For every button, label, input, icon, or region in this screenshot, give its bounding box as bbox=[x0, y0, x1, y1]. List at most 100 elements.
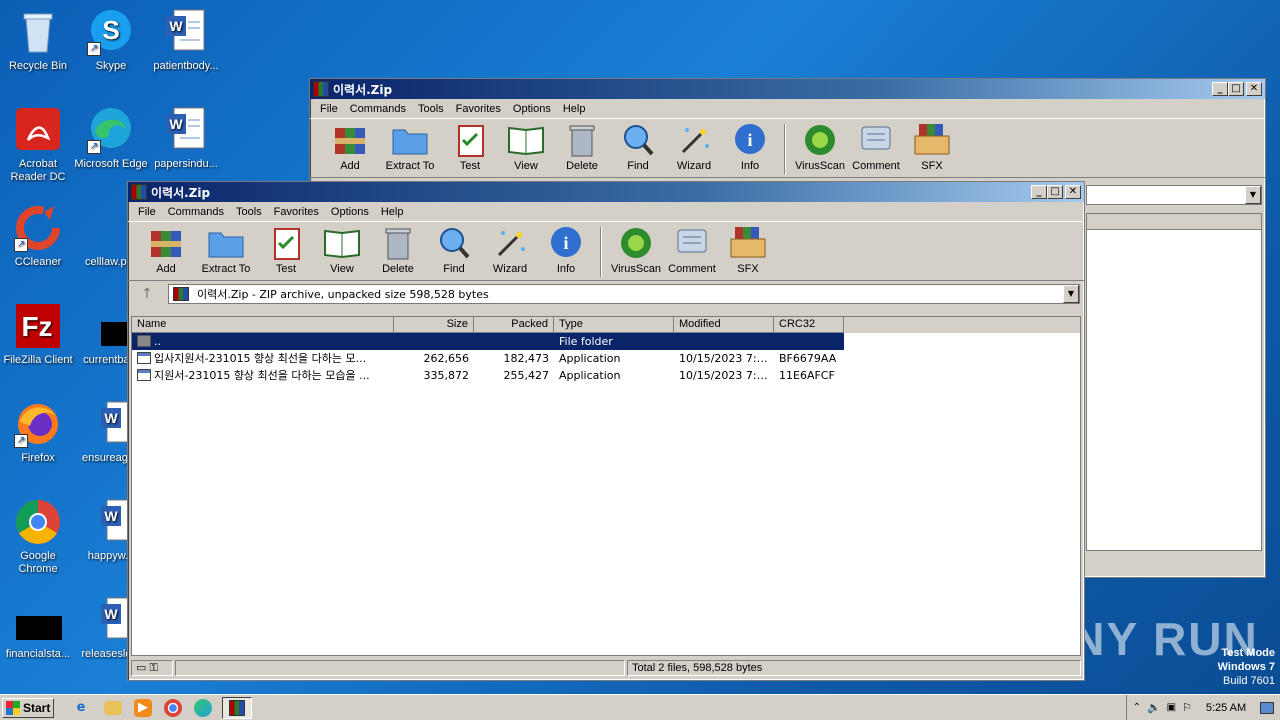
file-explorer-icon[interactable] bbox=[104, 700, 122, 715]
volume-icon[interactable]: 🔈 bbox=[1147, 701, 1161, 714]
toolbar-label: Info bbox=[556, 263, 576, 275]
file-name: 입사지원서-231015 향상 최선을 다하는 모... bbox=[154, 352, 367, 365]
chevron-down-icon[interactable]: ▼ bbox=[1245, 186, 1261, 204]
desktop-icon-firefox[interactable]: ↗ Firefox bbox=[0, 400, 76, 465]
close-button[interactable]: ✕ bbox=[1246, 82, 1262, 96]
toolbar-wizard-button[interactable]: Wizard bbox=[666, 122, 722, 172]
menu-favorites[interactable]: Favorites bbox=[450, 103, 507, 115]
table-row[interactable]: .. File folder bbox=[132, 333, 844, 350]
minimize-button[interactable]: _ bbox=[1212, 82, 1228, 96]
start-button[interactable]: Start bbox=[2, 697, 54, 718]
desktop-icon-acrobat[interactable]: Acrobat Reader DC bbox=[0, 106, 76, 184]
desktop-icon-patientbody[interactable]: W patientbody... bbox=[148, 8, 224, 73]
toolbar-extract-button[interactable]: Extract To bbox=[378, 122, 442, 172]
edge-icon[interactable] bbox=[194, 698, 212, 717]
trash-icon bbox=[379, 225, 417, 261]
toolbar-add-button[interactable]: Add bbox=[138, 225, 194, 275]
column-header-name[interactable]: Name bbox=[132, 317, 394, 333]
toolbar-sfx-button[interactable]: SFX bbox=[904, 122, 960, 172]
desktop-icon-edge[interactable]: ↗ Microsoft Edge bbox=[73, 106, 149, 171]
address-dropdown-partial[interactable]: ▼ bbox=[1086, 185, 1262, 205]
title-bar[interactable]: 이력서.Zip _ □ ✕ bbox=[310, 79, 1265, 99]
winrar-taskbar-button[interactable] bbox=[222, 696, 252, 719]
toolbar-delete-button[interactable]: Delete bbox=[370, 225, 426, 275]
menu-help[interactable]: Help bbox=[375, 206, 410, 218]
toolbar-info-button[interactable]: i Info bbox=[722, 122, 778, 172]
menu-tools[interactable]: Tools bbox=[412, 103, 450, 115]
column-header-crc32[interactable]: CRC32 bbox=[774, 317, 844, 333]
desktop-icon-recycle-bin[interactable]: Recycle Bin bbox=[0, 8, 76, 73]
column-header-modified[interactable]: Modified bbox=[674, 317, 774, 333]
address-field[interactable]: 이력서.Zip - ZIP archive, unpacked size 598… bbox=[168, 284, 1080, 304]
column-header-type[interactable]: Type bbox=[554, 317, 674, 333]
toolbar-label: Wizard bbox=[676, 160, 712, 172]
toolbar-add-button[interactable]: Add bbox=[322, 122, 378, 172]
toolbar-label: Add bbox=[156, 263, 176, 275]
menu-favorites[interactable]: Favorites bbox=[268, 206, 325, 218]
chrome-icon[interactable] bbox=[164, 698, 182, 717]
toolbar-comment-button[interactable]: Comment bbox=[848, 122, 904, 172]
row-name-cell: 입사지원서-231015 향상 최선을 다하는 모... bbox=[132, 350, 394, 367]
status-drive-icons[interactable]: ▭ ⚿ bbox=[131, 660, 173, 676]
toolbar-wizard-button[interactable]: Wizard bbox=[482, 225, 538, 275]
taskbar: Start e ▶ ⌃ 🔈 ▣ ⚐ 5:25 AM bbox=[0, 694, 1280, 720]
menu-file[interactable]: File bbox=[314, 103, 344, 115]
title-bar[interactable]: 이력서.Zip _ □ ✕ bbox=[128, 182, 1084, 202]
show-desktop-icon[interactable] bbox=[1260, 701, 1274, 714]
menu-options[interactable]: Options bbox=[325, 206, 375, 218]
network-icon[interactable]: ▣ bbox=[1167, 702, 1176, 713]
toolbar-view-button[interactable]: View bbox=[498, 122, 554, 172]
desktop-icon-skype[interactable]: S ↗ Skype bbox=[73, 8, 149, 73]
minimize-button[interactable]: _ bbox=[1031, 185, 1047, 199]
desktop-icon-label: papersindu... bbox=[154, 158, 218, 170]
filezilla-icon: Fz bbox=[14, 302, 62, 350]
shortcut-arrow-icon: ↗ bbox=[87, 140, 101, 154]
maximize-button[interactable]: □ bbox=[1047, 185, 1063, 199]
desktop-icon-financialsta[interactable]: financialsta... bbox=[0, 596, 76, 661]
desktop-icon-filezilla[interactable]: Fz FileZilla Client bbox=[0, 302, 76, 367]
menu-help[interactable]: Help bbox=[557, 103, 592, 115]
menu-options[interactable]: Options bbox=[507, 103, 557, 115]
show-hidden-icons-icon[interactable]: ⌃ bbox=[1133, 702, 1141, 713]
watermark-line: Build 7601 bbox=[1223, 675, 1275, 687]
table-row[interactable]: 입사지원서-231015 향상 최선을 다하는 모... 262,656 182… bbox=[132, 350, 1080, 367]
toolbar-test-button[interactable]: Test bbox=[258, 225, 314, 275]
toolbar-label: Info bbox=[740, 160, 760, 172]
toolbar-sfx-button[interactable]: SFX bbox=[720, 225, 776, 275]
clock[interactable]: 5:25 AM bbox=[1198, 702, 1254, 714]
maximize-button[interactable]: □ bbox=[1228, 82, 1244, 96]
window-title: 이력서.Zip bbox=[333, 82, 393, 97]
column-header-packed[interactable]: Packed bbox=[474, 317, 554, 333]
toolbar-label: VirusScan bbox=[611, 263, 661, 275]
menu-file[interactable]: File bbox=[132, 206, 162, 218]
toolbar-view-button[interactable]: View bbox=[314, 225, 370, 275]
desktop-icon-papersindu[interactable]: W papersindu... bbox=[148, 106, 224, 171]
menu-commands[interactable]: Commands bbox=[344, 103, 412, 115]
toolbar-delete-button[interactable]: Delete bbox=[554, 122, 610, 172]
sfx-box-icon bbox=[729, 225, 767, 261]
file-list[interactable]: Name Size Packed Type Modified CRC32 .. … bbox=[131, 316, 1081, 656]
toolbar-find-button[interactable]: Find bbox=[610, 122, 666, 172]
up-arrow-icon[interactable]: ↑ bbox=[132, 284, 162, 304]
column-header-size[interactable]: Size bbox=[394, 317, 474, 333]
toolbar-comment-button[interactable]: Comment bbox=[664, 225, 720, 275]
toolbar-virusscan-button[interactable]: VirusScan bbox=[608, 225, 664, 275]
table-row[interactable]: 지원서-231015 향상 최선을 다하는 모습을 ... 335,872 25… bbox=[132, 367, 1080, 384]
toolbar-extract-button[interactable]: Extract To bbox=[194, 225, 258, 275]
chevron-down-icon[interactable]: ▼ bbox=[1063, 285, 1079, 303]
row-modified-cell bbox=[674, 333, 774, 350]
menu-commands[interactable]: Commands bbox=[162, 206, 230, 218]
winrar-window-front[interactable]: 이력서.Zip _ □ ✕ File Commands Tools Favori… bbox=[127, 181, 1085, 681]
desktop-icon-chrome[interactable]: Google Chrome bbox=[0, 498, 76, 576]
media-player-icon[interactable]: ▶ bbox=[134, 698, 152, 717]
toolbar-info-button[interactable]: i Info bbox=[538, 225, 594, 275]
toolbar-virusscan-button[interactable]: VirusScan bbox=[792, 122, 848, 172]
row-name-cell: .. bbox=[132, 333, 394, 350]
flag-icon[interactable]: ⚐ bbox=[1182, 701, 1192, 714]
desktop-icon-ccleaner[interactable]: ↗ CCleaner bbox=[0, 204, 76, 269]
close-button[interactable]: ✕ bbox=[1065, 185, 1081, 199]
toolbar-find-button[interactable]: Find bbox=[426, 225, 482, 275]
menu-tools[interactable]: Tools bbox=[230, 206, 268, 218]
toolbar-test-button[interactable]: Test bbox=[442, 122, 498, 172]
internet-explorer-icon[interactable]: e bbox=[70, 697, 92, 719]
